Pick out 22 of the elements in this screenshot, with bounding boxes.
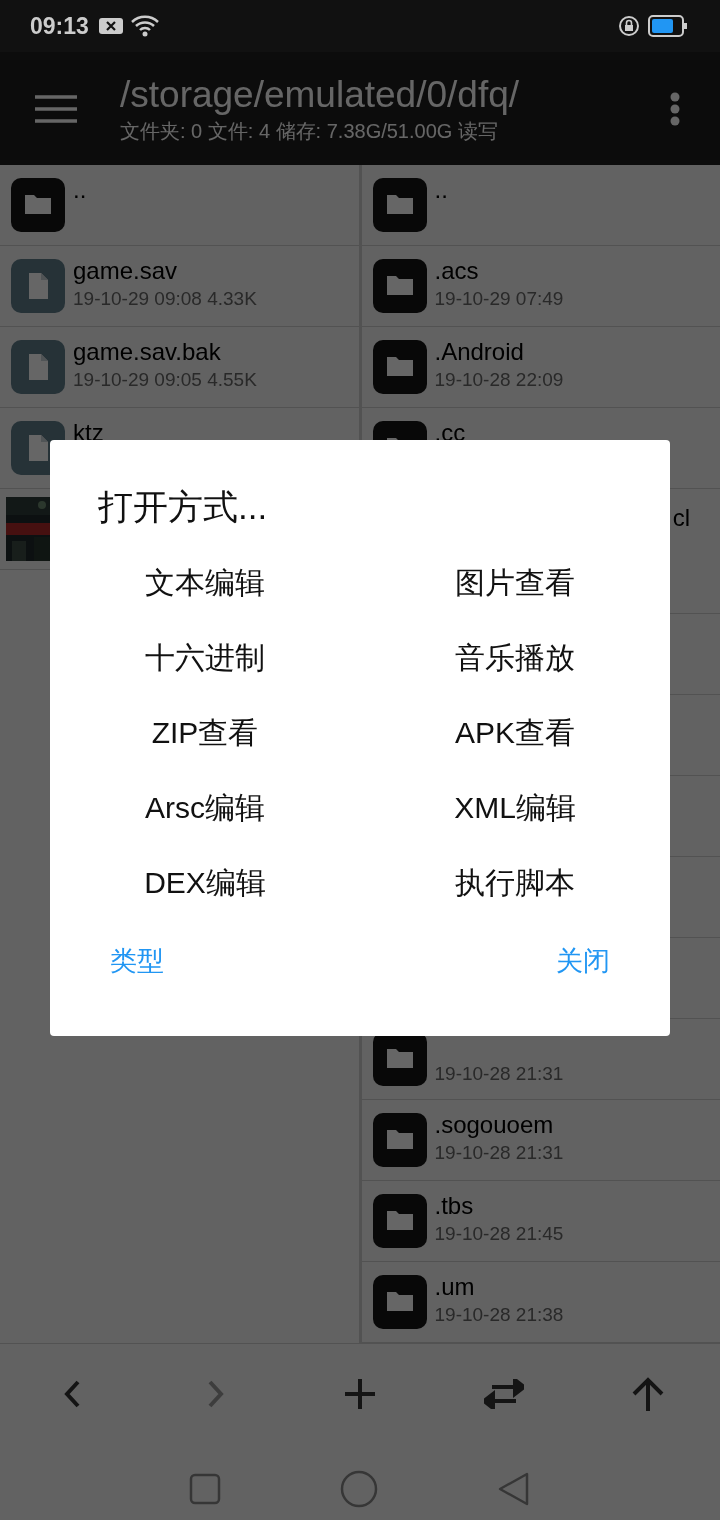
- file-name: ..: [73, 175, 87, 205]
- file-details: 19-10-28 21:45: [434, 1222, 564, 1246]
- file-details: 19-10-28 22:09: [434, 368, 564, 392]
- file-details: 19-10-28 21:31: [434, 1062, 564, 1086]
- storage-info: 文件夹: 0 文件: 4 储存: 7.38G/51.00G 读写: [120, 118, 499, 144]
- file-details: 19-10-28 21:31: [434, 1141, 564, 1165]
- path-title: /storage/emulated/0/dfq/: [120, 72, 521, 117]
- file-details: 19-10-29 09:05 4.55K: [73, 368, 257, 392]
- file-details: 19-10-29 09:08 4.33K: [73, 287, 257, 311]
- file-name: .tbs: [434, 1191, 475, 1221]
- file-name: cl: [672, 503, 690, 533]
- dialog-title: 打开方式...: [97, 486, 269, 528]
- file-name: game.sav: [73, 256, 179, 286]
- file-name: .acs: [434, 256, 480, 286]
- status-time: 09:13: [30, 12, 89, 40]
- file-name: game.sav.bak: [73, 337, 222, 367]
- file-details: 19-10-29 07:49: [434, 287, 564, 311]
- file-name: ..: [434, 175, 448, 205]
- file-name: .um: [434, 1272, 476, 1302]
- file-details: 19-10-28 21:38: [434, 1303, 564, 1327]
- file-name: .Android: [434, 337, 525, 367]
- file-name: .sogouoem: [434, 1110, 555, 1140]
